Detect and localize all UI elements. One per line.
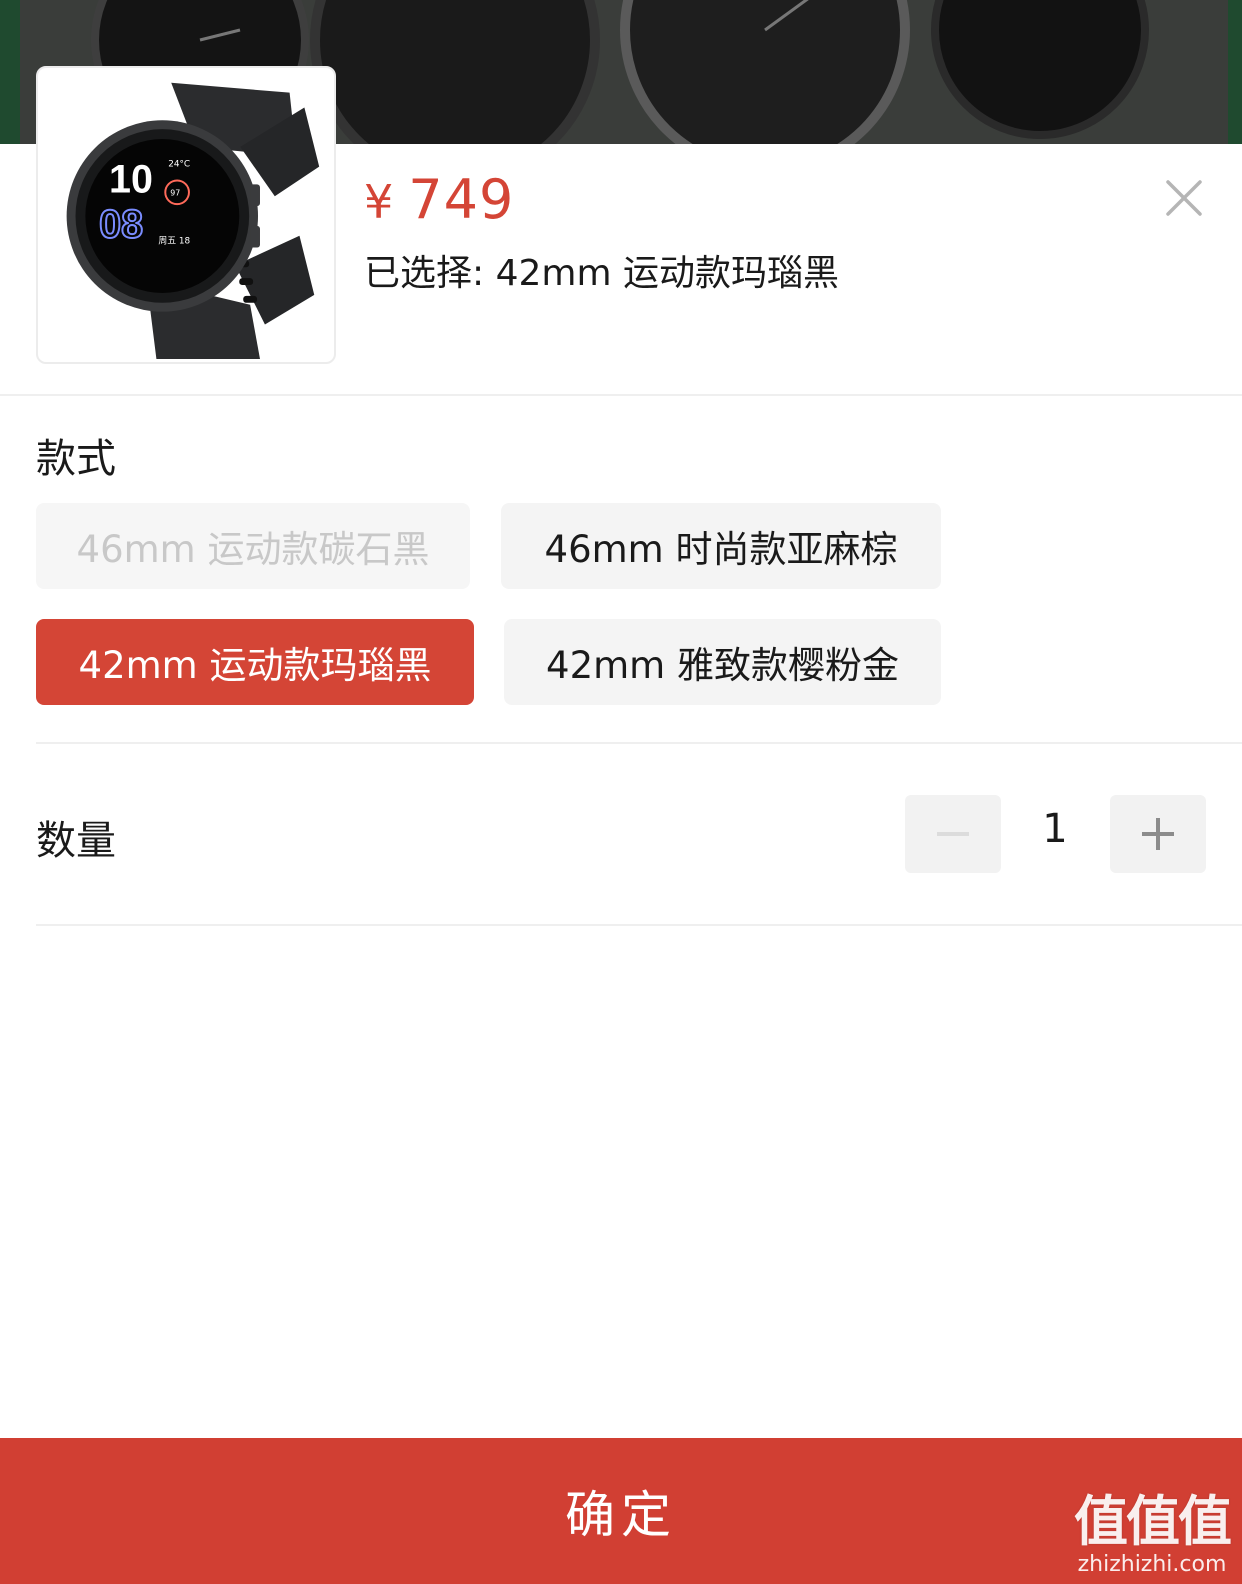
style-option-46mm-sport-black: 46mm 运动款碳石黑 bbox=[36, 503, 470, 589]
watermark-url: zhizhizhi.com bbox=[1077, 1552, 1227, 1577]
watermark-logo: 值值值 bbox=[1074, 1490, 1232, 1553]
product-price: ¥749 bbox=[364, 168, 514, 231]
selected-variant-label: 已选择: 42mm 运动款玛瑙黑 bbox=[364, 253, 839, 294]
banner-left-edge bbox=[0, 0, 20, 144]
style-option-42mm-elegant-pink[interactable]: 42mm 雅致款樱粉金 bbox=[504, 619, 941, 705]
watch-minute-text: 08 bbox=[99, 203, 143, 247]
style-option-46mm-fashion-brown[interactable]: 46mm 时尚款亚麻棕 bbox=[501, 503, 941, 589]
product-thumbnail: 10 08 24°C 97 周五 18 bbox=[36, 66, 336, 364]
watch-date-text: 周五 18 bbox=[158, 236, 190, 247]
style-section-title: 款式 bbox=[36, 436, 116, 482]
smartwatch-icon: 10 08 24°C 97 周五 18 bbox=[66, 82, 320, 360]
header-divider bbox=[0, 394, 1242, 396]
watermark: 值值值 zhizhizhi.com bbox=[1074, 1490, 1232, 1578]
watch-temperature-text: 24°C bbox=[168, 160, 190, 170]
quantity-decrease-button[interactable] bbox=[905, 795, 1001, 873]
close-icon bbox=[1166, 180, 1202, 216]
confirm-button[interactable]: 确定 bbox=[0, 1438, 1242, 1584]
price-value: 749 bbox=[408, 168, 515, 231]
watch-hour-text: 10 bbox=[109, 157, 153, 201]
style-section-divider bbox=[36, 742, 1242, 744]
quantity-value[interactable]: 1 bbox=[1010, 806, 1100, 852]
confirm-button-label: 确定 bbox=[565, 1486, 677, 1544]
banner-right-edge bbox=[1228, 0, 1242, 144]
quantity-section-divider bbox=[36, 924, 1242, 926]
watch-heart-rate-text: 97 bbox=[170, 188, 180, 197]
close-button[interactable] bbox=[1162, 176, 1206, 220]
style-option-42mm-sport-black[interactable]: 42mm 运动款玛瑙黑 bbox=[36, 619, 474, 705]
minus-icon bbox=[937, 832, 969, 836]
quantity-section-title: 数量 bbox=[36, 818, 116, 864]
quantity-increase-button[interactable] bbox=[1110, 795, 1206, 873]
currency-symbol: ¥ bbox=[364, 175, 395, 229]
plus-icon bbox=[1142, 818, 1174, 850]
